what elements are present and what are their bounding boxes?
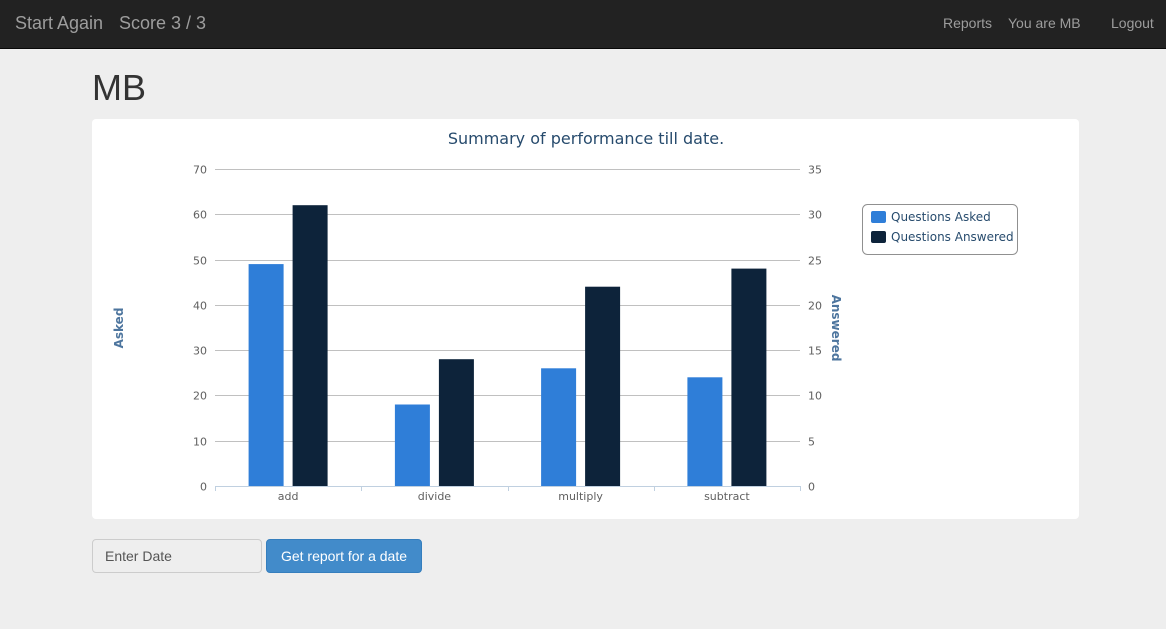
legend-swatch-asked [871, 211, 886, 223]
category-label: add [278, 490, 299, 503]
bar-questions-asked[interactable] [687, 377, 723, 486]
bar-questions-answered[interactable] [585, 286, 621, 486]
start-again-link[interactable]: Start Again [15, 13, 103, 34]
category-label: divide [418, 490, 452, 503]
page-title: MB [92, 67, 146, 108]
left-tick-label: 30 [193, 345, 207, 358]
legend-item-asked[interactable]: Questions Asked [891, 210, 991, 224]
bar-questions-asked[interactable] [394, 404, 430, 487]
bar-questions-asked[interactable] [248, 264, 284, 486]
left-tick-label: 40 [193, 300, 207, 313]
left-tick-label: 50 [193, 255, 207, 268]
chart-panel: 0 10 20 30 40 50 60 70 0 5 10 15 20 25 30 35 add divide mu… [92, 119, 1079, 519]
legend-swatch-answered [871, 231, 886, 243]
user-link[interactable]: You are MB [1008, 15, 1081, 31]
category-label: multiply [558, 490, 603, 503]
right-tick-label: 30 [808, 209, 822, 222]
bar-questions-answered[interactable] [731, 268, 767, 486]
legend-item-answered[interactable]: Questions Answered [891, 230, 1014, 244]
right-tick-label: 25 [808, 255, 822, 268]
right-tick-label: 0 [808, 481, 815, 494]
chart-title: Summary of performance till date. [448, 129, 724, 148]
bar-questions-answered[interactable] [438, 359, 474, 486]
date-input[interactable] [92, 539, 262, 573]
right-tick-label: 15 [808, 345, 822, 358]
left-tick-label: 70 [193, 164, 207, 177]
bar-questions-answered[interactable] [292, 205, 328, 486]
right-tick-label: 20 [808, 300, 822, 313]
chart-legend: Questions Asked Questions Answered [862, 204, 1018, 255]
score-display[interactable]: Score 3 / 3 [119, 13, 206, 34]
right-tick-label: 10 [808, 390, 822, 403]
left-tick-label: 60 [193, 209, 207, 222]
right-axis-label: Answered [829, 295, 843, 362]
left-tick-label: 10 [193, 436, 207, 449]
navbar: Start Again Score 3 / 3 Reports You are … [0, 0, 1166, 49]
left-tick-label: 20 [193, 390, 207, 403]
right-tick-label: 5 [808, 436, 815, 449]
category-label: subtract [704, 490, 750, 503]
performance-chart: 0 10 20 30 40 50 60 70 0 5 10 15 20 25 30 35 add divide mu… [112, 129, 1018, 503]
get-report-button[interactable]: Get report for a date [266, 539, 422, 573]
right-tick-label: 35 [808, 164, 822, 177]
left-axis-label: Asked [112, 308, 126, 349]
reports-link[interactable]: Reports [943, 15, 992, 31]
left-tick-label: 0 [200, 481, 207, 494]
bar-questions-asked[interactable] [541, 368, 577, 486]
logout-link[interactable]: Logout [1111, 15, 1154, 31]
